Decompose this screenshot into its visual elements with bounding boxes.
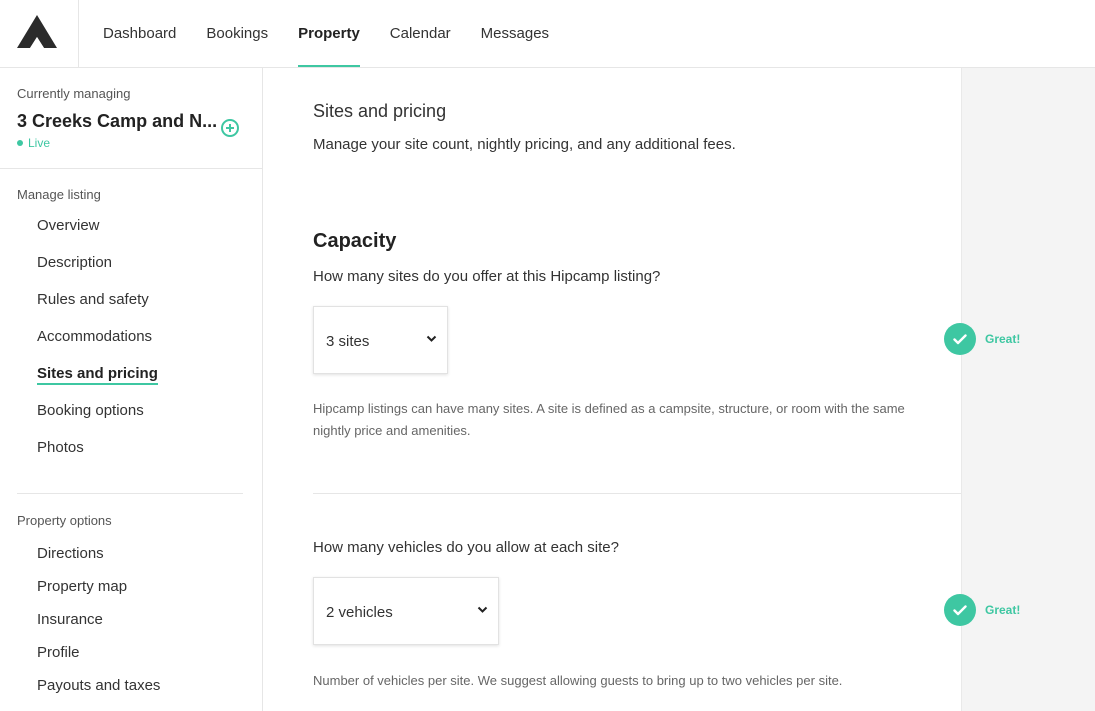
sidebar: Currently managing 3 Creeks Camp and N..… bbox=[0, 68, 263, 711]
sidebar-item-booking-options[interactable]: Booking options bbox=[37, 401, 158, 438]
add-listing-icon[interactable] bbox=[221, 119, 239, 137]
sidebar-item-overview[interactable]: Overview bbox=[37, 216, 158, 253]
logo-link[interactable] bbox=[0, 0, 79, 67]
check-icon bbox=[944, 323, 976, 355]
currently-managing-label: Currently managing bbox=[17, 86, 131, 101]
section-title: Sites and pricing bbox=[313, 101, 447, 121]
sidebar-item-label: Accommodations bbox=[37, 328, 153, 345]
vehicles-question: How many vehicles do you allow at each s… bbox=[313, 539, 619, 556]
section-divider bbox=[313, 493, 961, 494]
listing-name[interactable]: 3 Creeks Camp and N... bbox=[17, 111, 222, 132]
nav-calendar[interactable]: Calendar bbox=[390, 0, 451, 67]
sidebar-item-sites-and-pricing[interactable]: Sites and pricing bbox=[37, 364, 158, 401]
nav-bookings[interactable]: Bookings bbox=[206, 0, 268, 67]
vehicles-select[interactable]: 2 vehicles bbox=[313, 577, 499, 645]
vehicles-select-value: 2 vehicles bbox=[326, 604, 393, 621]
sites-question: How many sites do you offer at this Hipc… bbox=[313, 268, 661, 285]
sidebar-item-label: Overview bbox=[37, 217, 100, 234]
great-label: Great! bbox=[985, 603, 1021, 617]
capacity-heading: Capacity bbox=[313, 230, 397, 252]
sidebar-item-directions[interactable]: Directions bbox=[37, 544, 160, 577]
sites-feedback: Great! bbox=[944, 323, 1020, 355]
status-label: Live bbox=[28, 136, 51, 150]
sidebar-item-label: Insurance bbox=[37, 611, 103, 628]
manage-listing-menu: Overview Description Rules and safety Ac… bbox=[37, 216, 158, 475]
sidebar-item-label: Description bbox=[37, 254, 113, 271]
sidebar-item-label: Directions bbox=[37, 545, 104, 562]
nav-property[interactable]: Property bbox=[298, 0, 360, 67]
status-dot-icon bbox=[17, 140, 23, 146]
sidebar-divider bbox=[17, 493, 243, 494]
chevron-down-icon bbox=[426, 335, 437, 342]
sidebar-item-payouts-and-taxes[interactable]: Payouts and taxes bbox=[37, 676, 160, 709]
sidebar-item-label: Profile bbox=[37, 644, 80, 661]
sidebar-item-accommodations[interactable]: Accommodations bbox=[37, 327, 158, 364]
listing-switcher: Currently managing 3 Creeks Camp and N..… bbox=[0, 68, 262, 169]
sidebar-item-label: Photos bbox=[37, 439, 84, 456]
sidebar-item-description[interactable]: Description bbox=[37, 253, 158, 290]
status-badge: Live bbox=[17, 136, 50, 150]
sidebar-item-rules-and-safety[interactable]: Rules and safety bbox=[37, 290, 158, 327]
sites-select[interactable]: 3 sites bbox=[313, 306, 448, 374]
sidebar-item-label: Rules and safety bbox=[37, 291, 149, 308]
manage-listing-label: Manage listing bbox=[17, 187, 101, 202]
sidebar-item-insurance[interactable]: Insurance bbox=[37, 610, 160, 643]
sites-select-value: 3 sites bbox=[326, 333, 370, 350]
main-content: Sites and pricing Manage your site count… bbox=[263, 68, 961, 711]
sites-hint: Hipcamp listings can have many sites. A … bbox=[313, 401, 905, 438]
nav-dashboard[interactable]: Dashboard bbox=[103, 0, 176, 67]
top-navigation: Dashboard Bookings Property Calendar Mes… bbox=[0, 0, 1095, 68]
sidebar-item-label: Booking options bbox=[37, 402, 144, 419]
vehicles-hint: Number of vehicles per site. We suggest … bbox=[313, 673, 843, 688]
chevron-down-icon bbox=[477, 606, 488, 613]
vehicles-feedback: Great! bbox=[944, 594, 1020, 626]
nav-messages[interactable]: Messages bbox=[481, 0, 549, 67]
section-description: Manage your site count, nightly pricing,… bbox=[313, 136, 736, 153]
main-nav: Dashboard Bookings Property Calendar Mes… bbox=[103, 0, 579, 67]
check-icon bbox=[944, 594, 976, 626]
hipcamp-logo-icon bbox=[17, 15, 57, 48]
sidebar-item-profile[interactable]: Profile bbox=[37, 643, 160, 676]
sidebar-item-label: Sites and pricing bbox=[37, 365, 158, 385]
property-options-label: Property options bbox=[17, 513, 112, 528]
sidebar-item-photos[interactable]: Photos bbox=[37, 438, 158, 475]
great-label: Great! bbox=[985, 332, 1021, 346]
property-options-menu: Directions Property map Insurance Profil… bbox=[37, 544, 160, 709]
sidebar-item-property-map[interactable]: Property map bbox=[37, 577, 160, 610]
sidebar-item-label: Payouts and taxes bbox=[37, 677, 161, 694]
sidebar-item-label: Property map bbox=[37, 578, 128, 595]
